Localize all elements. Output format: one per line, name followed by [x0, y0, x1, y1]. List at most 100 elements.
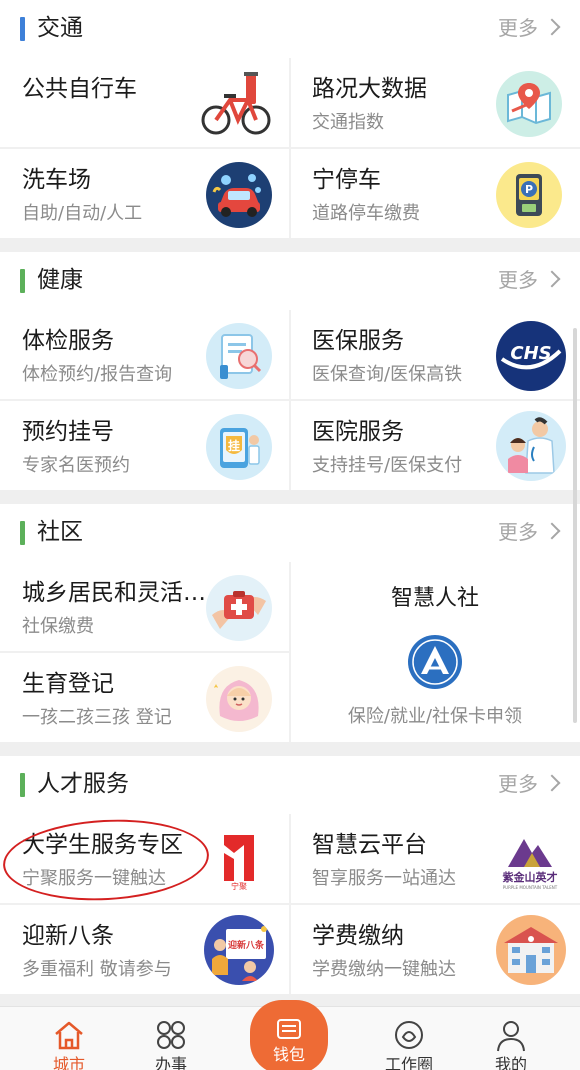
welcome-banner-text: 迎新八条 [228, 939, 265, 951]
bicycle-icon [200, 68, 274, 140]
service-title: 城乡居民和灵活… [22, 580, 206, 606]
section-health: 健康 更多 体检服务 体检预约/报告查询 医保服务 医保查询/医保高铁 CHS … [0, 252, 580, 490]
chs-logo-text: CHS [510, 343, 551, 364]
tab-services[interactable]: 办事 [126, 1007, 216, 1070]
home-icon [51, 1017, 87, 1053]
service-public-bicycle[interactable]: 公共自行车 [0, 58, 290, 150]
service-title: 生育登记 [22, 671, 114, 697]
section-header: 交通 更多 [0, 0, 580, 58]
service-subtitle: 社保缴费 [22, 616, 94, 637]
service-smart-social-security[interactable]: 智慧人社 保险/就业/社保卡申领 [290, 562, 580, 746]
scrollbar[interactable] [573, 328, 577, 723]
tab-label: 我的 [494, 1055, 527, 1070]
tab-label: 办事 [154, 1055, 187, 1070]
service-subtitle: 医保查询/医保高铁 [312, 364, 463, 385]
svg-text:P: P [525, 183, 533, 196]
service-medical-insurance[interactable]: 医保服务 医保查询/医保高铁 CHS [290, 310, 580, 402]
chs-logo-icon: CHS [496, 321, 566, 391]
section-bar [20, 773, 25, 797]
school-building-icon [496, 915, 566, 985]
service-subtitle: 交通指数 [312, 112, 384, 133]
service-traffic-data[interactable]: 路况大数据 交通指数 [290, 58, 580, 150]
chevron-right-icon [543, 270, 561, 288]
chevron-right-icon [543, 774, 561, 792]
service-subtitle: 智享服务一站通达 [312, 868, 456, 889]
section-bar [20, 521, 25, 545]
more-label: 更多 [498, 16, 538, 40]
section-title: 社区 [37, 519, 83, 545]
service-subtitle: 多重福利 敬请参与 [22, 959, 172, 980]
service-title: 体检服务 [22, 328, 114, 354]
service-medical-checkup[interactable]: 体检服务 体检预约/报告查询 [0, 310, 290, 402]
tab-work-circle[interactable]: 工作圈 [364, 1007, 454, 1070]
service-ning-parking[interactable]: 宁停车 道路停车缴费 P [290, 149, 580, 241]
section-title: 交通 [37, 15, 83, 41]
registration-icon: 挂 [206, 414, 272, 480]
doctor-icon [496, 411, 566, 481]
section-header: 社区 更多 [0, 504, 580, 562]
service-car-wash[interactable]: 洗车场 自助/自动/人工 [0, 149, 290, 241]
tab-label: 城市 [52, 1055, 85, 1070]
section-community: 社区 更多 城乡居民和灵活… 社保缴费 生育登记 一孩二孩三孩 登记 智慧人社 … [0, 504, 580, 742]
service-title: 智慧人社 [390, 586, 479, 611]
medical-kit-icon [206, 575, 272, 641]
section-title: 人才服务 [37, 771, 129, 797]
welcome-banner-icon: 迎新八条 [204, 915, 274, 985]
service-appointment-registration[interactable]: 预约挂号 专家名医预约 挂 [0, 401, 290, 493]
chat-icon [391, 1017, 427, 1053]
service-tuition-payment[interactable]: 学费缴纳 学费缴纳一键触达 [290, 905, 580, 997]
section-bar [20, 269, 25, 293]
more-link[interactable]: 更多 [498, 266, 561, 294]
zijinshan-logo-subtext: PURPLE MOUNTAIN TALENT [503, 885, 558, 890]
more-label: 更多 [498, 520, 538, 544]
service-title: 洗车场 [22, 167, 91, 193]
section-title: 健康 [37, 267, 83, 293]
service-subtitle: 支持挂号/医保支付 [312, 455, 463, 476]
section-header: 健康 更多 [0, 252, 580, 310]
social-security-logo-icon [407, 634, 463, 690]
service-title: 公共自行车 [22, 76, 137, 102]
car-wash-icon [206, 162, 272, 228]
tab-mine[interactable]: 我的 [466, 1007, 556, 1070]
map-pin-icon [496, 71, 562, 137]
service-grid: 公共自行车 路况大数据 交通指数 洗车场 自助/自动/人工 宁停车 道路停车缴费… [0, 58, 580, 238]
service-title: 宁停车 [312, 167, 381, 193]
baby-icon [206, 666, 272, 732]
service-smart-cloud-platform[interactable]: 智慧云平台 智享服务一站通达 紫金山英才 PURPLE MOUNTAIN TAL… [290, 814, 580, 906]
service-subtitle: 一孩二孩三孩 登记 [22, 707, 172, 728]
service-subtitle: 专家名医预约 [22, 455, 130, 476]
more-link[interactable]: 更多 [498, 770, 561, 798]
chevron-right-icon [543, 522, 561, 540]
service-resident-insurance[interactable]: 城乡居民和灵活… 社保缴费 [0, 562, 290, 654]
chevron-right-icon [543, 18, 561, 36]
service-title: 医保服务 [312, 328, 404, 354]
ningju-logo-icon: 宁聚 [206, 827, 272, 893]
service-subtitle: 自助/自动/人工 [22, 203, 143, 224]
section-header: 人才服务 更多 [0, 756, 580, 814]
grid-icon [153, 1017, 189, 1053]
more-label: 更多 [498, 268, 538, 292]
service-grid: 城乡居民和灵活… 社保缴费 生育登记 一孩二孩三孩 登记 智慧人社 保险/就业/… [0, 562, 580, 742]
service-subtitle: 道路停车缴费 [312, 203, 420, 224]
tab-wallet[interactable]: 钱包 [250, 1000, 328, 1070]
service-hospital[interactable]: 医院服务 支持挂号/医保支付 [290, 401, 580, 493]
ningju-logo-text: 宁聚 [231, 881, 247, 891]
service-subtitle: 学费缴纳一键触达 [312, 959, 456, 980]
section-transport: 交通 更多 公共自行车 路况大数据 交通指数 洗车场 自助/自动/人工 宁停车 … [0, 0, 580, 238]
more-label: 更多 [498, 772, 538, 796]
registration-badge-text: 挂 [228, 438, 240, 453]
more-link[interactable]: 更多 [498, 14, 561, 42]
tab-city[interactable]: 城市 [24, 1007, 114, 1070]
service-birth-registration[interactable]: 生育登记 一孩二孩三孩 登记 [0, 653, 290, 745]
service-title: 路况大数据 [312, 76, 427, 102]
more-link[interactable]: 更多 [498, 518, 561, 546]
medical-checkup-icon [206, 323, 272, 389]
service-welcome-eight[interactable]: 迎新八条 多重福利 敬请参与 迎新八条 [0, 905, 290, 997]
service-subtitle: 保险/就业/社保卡申领 [347, 706, 523, 727]
service-title: 预约挂号 [22, 419, 114, 445]
section-bar [20, 17, 25, 41]
service-title: 智慧云平台 [312, 832, 427, 858]
service-subtitle: 体检预约/报告查询 [22, 364, 173, 385]
zijinshan-logo-text: 紫金山英才 [503, 870, 558, 884]
service-grid: 体检服务 体检预约/报告查询 医保服务 医保查询/医保高铁 CHS 预约挂号 专… [0, 310, 580, 490]
